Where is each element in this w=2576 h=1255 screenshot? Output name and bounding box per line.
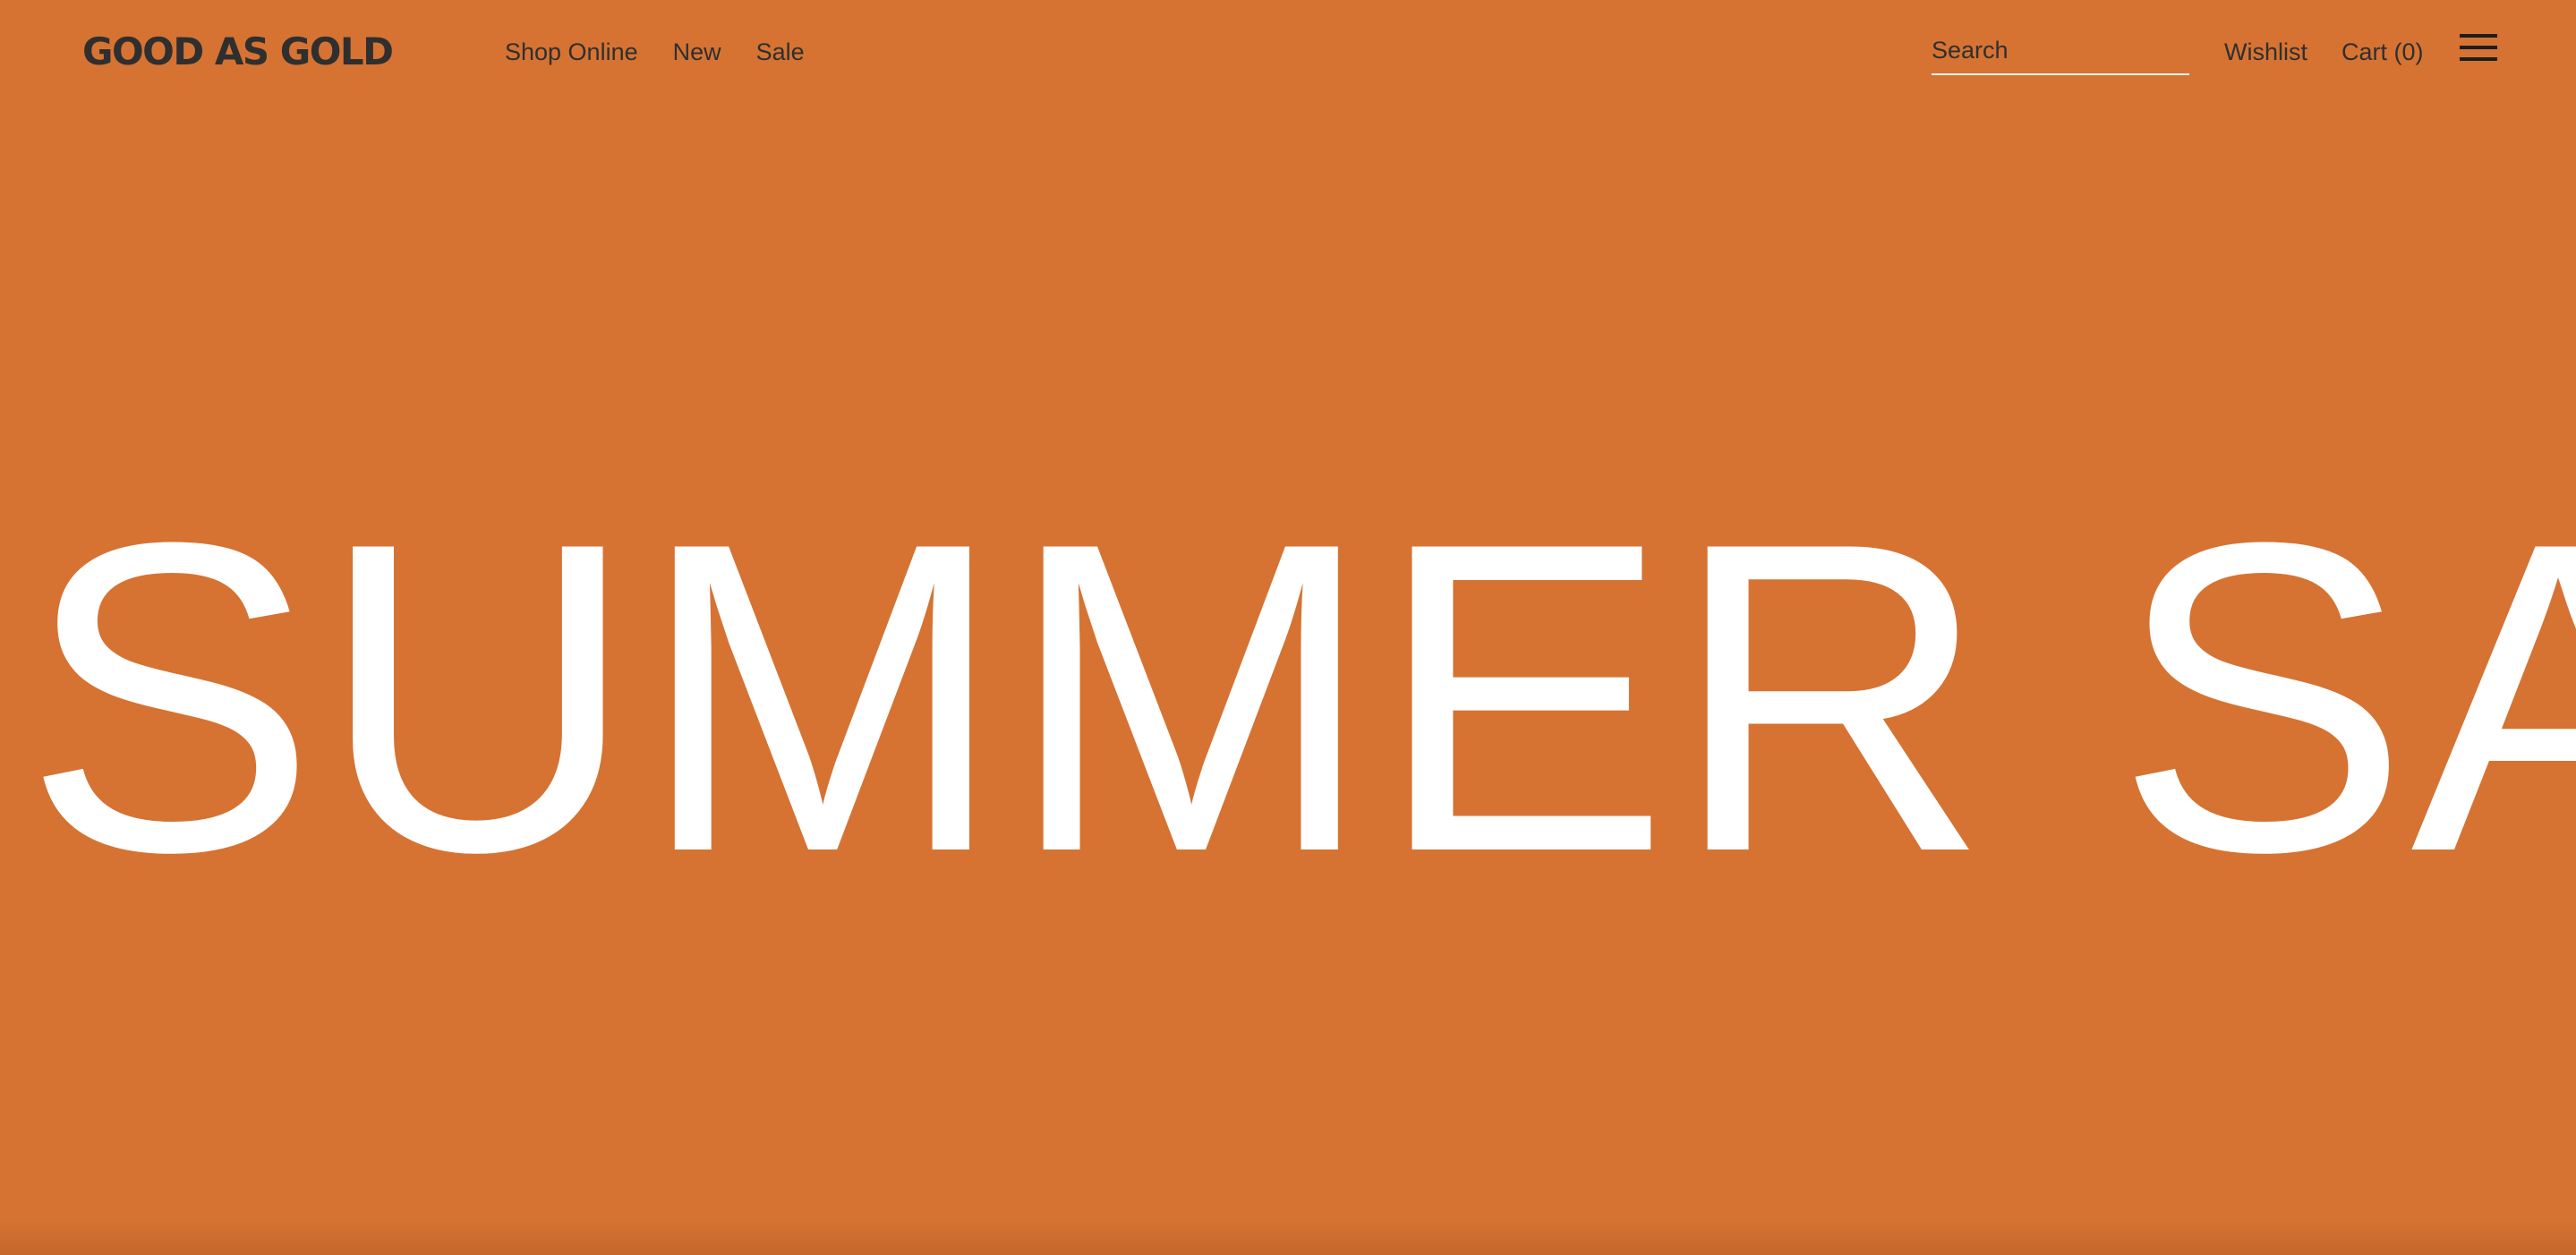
page: GOOD AS GOLD Shop Online New Sale Wishli… [0, 0, 2576, 1255]
site-logo[interactable]: GOOD AS GOLD [82, 27, 394, 77]
wishlist-link[interactable]: Wishlist [2224, 32, 2307, 72]
cart-link[interactable]: Cart (0) [2341, 32, 2424, 72]
search-input[interactable] [1932, 30, 2189, 70]
hero-headline: SUMMER SALE [23, 501, 2576, 895]
hero-banner[interactable]: SUMMER SALE [0, 501, 2576, 895]
site-header: GOOD AS GOLD Shop Online New Sale Wishli… [0, 0, 2576, 104]
nav-item-shop-online[interactable]: Shop Online [505, 32, 638, 72]
main-nav: Shop Online New Sale [505, 32, 805, 72]
search-field [1932, 30, 2189, 75]
nav-item-new[interactable]: New [673, 32, 721, 72]
nav-item-sale[interactable]: Sale [756, 32, 805, 72]
content-edge-shadow [0, 1219, 2576, 1255]
hamburger-menu-icon[interactable] [2460, 34, 2499, 64]
